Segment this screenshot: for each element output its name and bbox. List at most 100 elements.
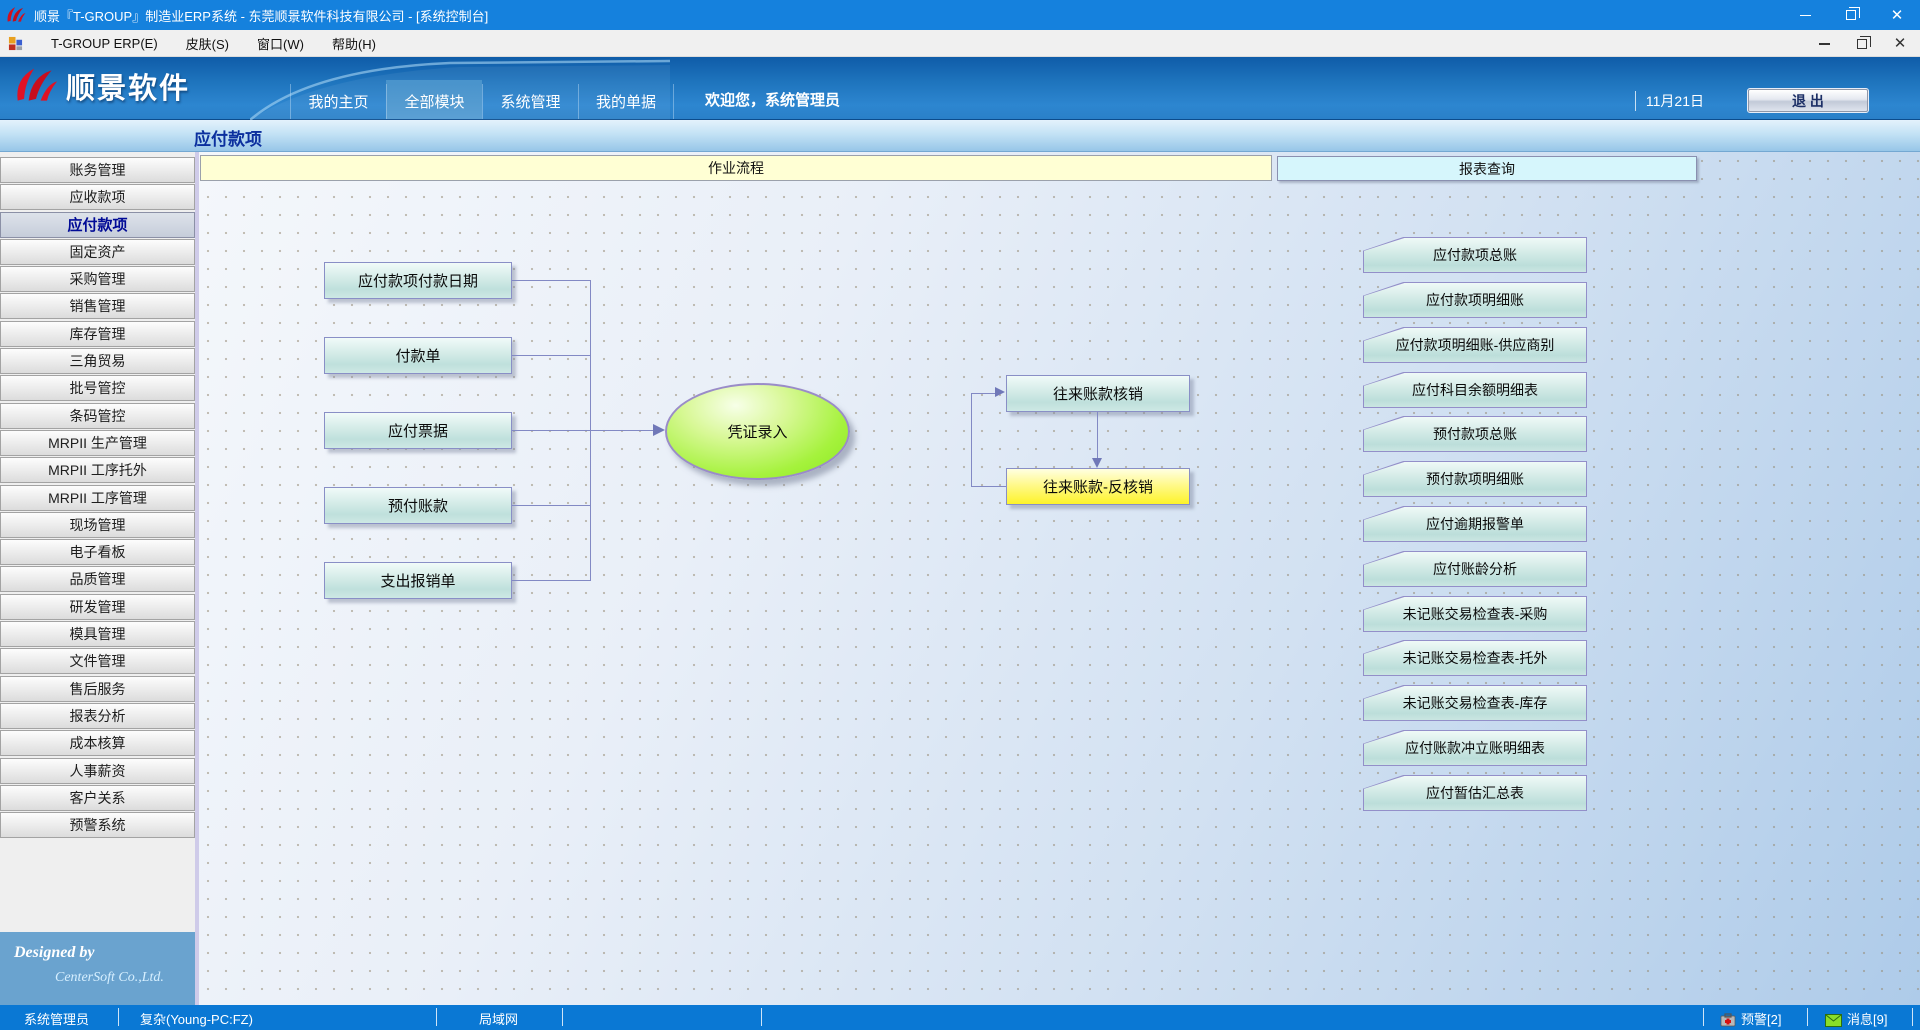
sidebar-item-inventory[interactable]: 库存管理: [0, 321, 195, 347]
status-separator: [562, 1008, 563, 1026]
sidebar-item-mold[interactable]: 模具管理: [0, 621, 195, 647]
sidebar-item-barcode-control[interactable]: 条码管控: [0, 403, 195, 429]
menu-item-tgroup-erp[interactable]: T-GROUP ERP(E): [37, 30, 172, 56]
menu-bar: T-GROUP ERP(E) 皮肤(S) 窗口(W) 帮助(H) ✕: [0, 30, 1920, 57]
sidebar-item-hr-payroll[interactable]: 人事薪资: [0, 758, 195, 784]
status-messages[interactable]: 消息[9]: [1825, 1009, 1887, 1028]
report-button-prepaid-ledger[interactable]: 预付款项总账: [1363, 416, 1587, 452]
flow-node-payment-date[interactable]: 应付款项付款日期: [324, 262, 512, 299]
sidebar-item-documents[interactable]: 文件管理: [0, 648, 195, 674]
restore-icon[interactable]: [1828, 0, 1874, 30]
report-button-accrual-summary[interactable]: 应付暂估汇总表: [1363, 775, 1587, 811]
report-button-prepaid-detail[interactable]: 预付款项明细账: [1363, 461, 1587, 497]
flow-loop-bottom: [971, 486, 1006, 487]
report-button-unposted-check-purchase[interactable]: 未记账交易检查表-采购: [1363, 596, 1587, 632]
report-button-overdue-alert[interactable]: 应付逾期报警单: [1363, 506, 1587, 542]
menu-item-help[interactable]: 帮助(H): [318, 30, 390, 56]
flow-node-voucher-entry[interactable]: 凭证录入: [665, 383, 850, 480]
welcome-message: 欢迎您，系统管理员: [705, 89, 840, 110]
report-button-aging-analysis[interactable]: 应付账龄分析: [1363, 551, 1587, 587]
app-header: 顺景软件 我的主页 全部模块 系统管理 我的单据 欢迎您，系统管理员 11月21…: [0, 57, 1920, 120]
sidebar-item-receivables[interactable]: 应收款项: [0, 184, 195, 210]
sidebar-item-rnd[interactable]: 研发管理: [0, 594, 195, 620]
status-bar: 系统管理员 复杂(Young-PC:FZ) 局域网 预警[2] 消息[9]: [0, 1005, 1920, 1030]
brand-logo: 顺景软件: [14, 65, 190, 107]
status-user: 系统管理员: [24, 1009, 89, 1028]
workflow-canvas: 作业流程 报表查询 应付款项付款日期 付款单 应付票据 预付账款 支出报销单 凭…: [199, 152, 1920, 1005]
report-button-payables-detail-by-supplier[interactable]: 应付款项明细账-供应商别: [1363, 327, 1587, 363]
flow-node-expense-report[interactable]: 支出报销单: [324, 562, 512, 599]
designed-by-panel: Designed by CenterSoft Co.,Ltd.: [0, 932, 195, 1005]
status-alerts[interactable]: 预警[2]: [1720, 1009, 1781, 1028]
flow-connector: [512, 580, 590, 581]
report-button-offset-detail[interactable]: 应付账款冲立账明细表: [1363, 730, 1587, 766]
sidebar-item-sales[interactable]: 销售管理: [0, 293, 195, 319]
company-text: CenterSoft Co.,Ltd.: [55, 970, 164, 986]
flow-arrow-line: [590, 430, 654, 431]
erp-application-window: 顺景『T-GROUP』制造业ERP系统 - 东莞顺景软件科技有限公司 - [系统…: [0, 0, 1920, 1030]
nav-tab-home[interactable]: 我的主页: [290, 84, 386, 119]
flow-arrowhead-down: [1092, 458, 1102, 468]
workflow-section-header[interactable]: 作业流程: [200, 155, 1272, 181]
alert-icon: [1720, 1013, 1736, 1027]
minimize-icon[interactable]: [1782, 0, 1828, 30]
status-separator: [118, 1008, 119, 1026]
status-separator: [436, 1008, 437, 1026]
module-sidebar: 账务管理 应收款项 应付款项 固定资产 采购管理 销售管理 库存管理 三角贸易 …: [0, 152, 199, 1005]
report-section-header[interactable]: 报表查询: [1277, 156, 1697, 181]
header-nav-tabs: 我的主页 全部模块 系统管理 我的单据: [290, 84, 674, 119]
flow-node-payment-slip[interactable]: 付款单: [324, 337, 512, 374]
current-date: 11月21日: [1635, 91, 1704, 111]
status-separator: [761, 1008, 762, 1026]
flow-node-prepayment[interactable]: 预付账款: [324, 487, 512, 524]
sidebar-item-mrp2-process[interactable]: MRPII 工序管理: [0, 485, 195, 511]
close-icon[interactable]: ✕: [1874, 0, 1920, 30]
sidebar-item-purchasing[interactable]: 采购管理: [0, 266, 195, 292]
menu-item-skin[interactable]: 皮肤(S): [172, 30, 243, 56]
sidebar-item-fixed-assets[interactable]: 固定资产: [0, 239, 195, 265]
sidebar-item-quality[interactable]: 品质管理: [0, 566, 195, 592]
sidebar-item-crm[interactable]: 客户关系: [0, 785, 195, 811]
sidebar-item-e-kanban[interactable]: 电子看板: [0, 539, 195, 565]
sidebar-item-shopfloor[interactable]: 现场管理: [0, 512, 195, 538]
report-button-payables-ledger[interactable]: 应付款项总账: [1363, 237, 1587, 273]
sidebar-item-accounting[interactable]: 账务管理: [0, 157, 195, 183]
nav-tab-system-mgmt[interactable]: 系统管理: [482, 84, 578, 119]
menu-item-window[interactable]: 窗口(W): [243, 30, 318, 56]
mdi-restore-icon[interactable]: [1852, 30, 1872, 57]
report-button-unposted-check-outsource[interactable]: 未记账交易检查表-托外: [1363, 640, 1587, 676]
flow-node-verify[interactable]: 往来账款核销: [1006, 375, 1190, 412]
exit-button[interactable]: 退 出: [1748, 89, 1868, 112]
sidebar-item-costing[interactable]: 成本核算: [0, 730, 195, 756]
report-button-unposted-check-inventory[interactable]: 未记账交易检查表-库存: [1363, 685, 1587, 721]
status-separator: [1912, 1008, 1913, 1026]
sidebar-item-batch-control[interactable]: 批号管控: [0, 375, 195, 401]
app-logo-icon: [6, 5, 26, 25]
brand-logo-icon: [14, 65, 58, 107]
page-title-strip: 应付款项: [0, 120, 1920, 152]
designed-by-text: Designed by: [14, 944, 94, 962]
sidebar-item-after-sales[interactable]: 售后服务: [0, 676, 195, 702]
flow-connector: [512, 505, 590, 506]
sidebar-item-mrp2-production[interactable]: MRPII 生产管理: [0, 430, 195, 456]
report-button-payable-account-balance[interactable]: 应付科目余额明细表: [1363, 372, 1587, 408]
brand-logo-text: 顺景软件: [66, 65, 190, 107]
sidebar-item-triangle-trade[interactable]: 三角贸易: [0, 348, 195, 374]
status-separator: [1703, 1008, 1704, 1026]
status-separator: [1807, 1008, 1808, 1026]
mdi-window-controls: ✕: [1814, 30, 1910, 57]
mdi-minimize-icon[interactable]: [1814, 30, 1834, 57]
flow-node-payable-notes[interactable]: 应付票据: [324, 412, 512, 449]
flow-arrowhead: [653, 424, 665, 436]
nav-tab-all-modules[interactable]: 全部模块: [386, 84, 482, 119]
sidebar-item-mrp2-outsourcing[interactable]: MRPII 工序托外: [0, 457, 195, 483]
sidebar-item-alert-system[interactable]: 预警系统: [0, 812, 195, 838]
status-host: 复杂(Young-PC:FZ): [140, 1009, 253, 1028]
mdi-close-icon[interactable]: ✕: [1890, 30, 1910, 57]
flow-node-reverse-verify[interactable]: 往来账款-反核销: [1006, 468, 1190, 505]
nav-tab-my-documents[interactable]: 我的单据: [578, 84, 674, 119]
report-button-payables-detail[interactable]: 应付款项明细账: [1363, 282, 1587, 318]
sidebar-item-payables[interactable]: 应付款项: [0, 212, 195, 238]
sidebar-item-report-analysis[interactable]: 报表分析: [0, 703, 195, 729]
window-title: 顺景『T-GROUP』制造业ERP系统 - 东莞顺景软件科技有限公司 - [系统…: [34, 6, 488, 25]
